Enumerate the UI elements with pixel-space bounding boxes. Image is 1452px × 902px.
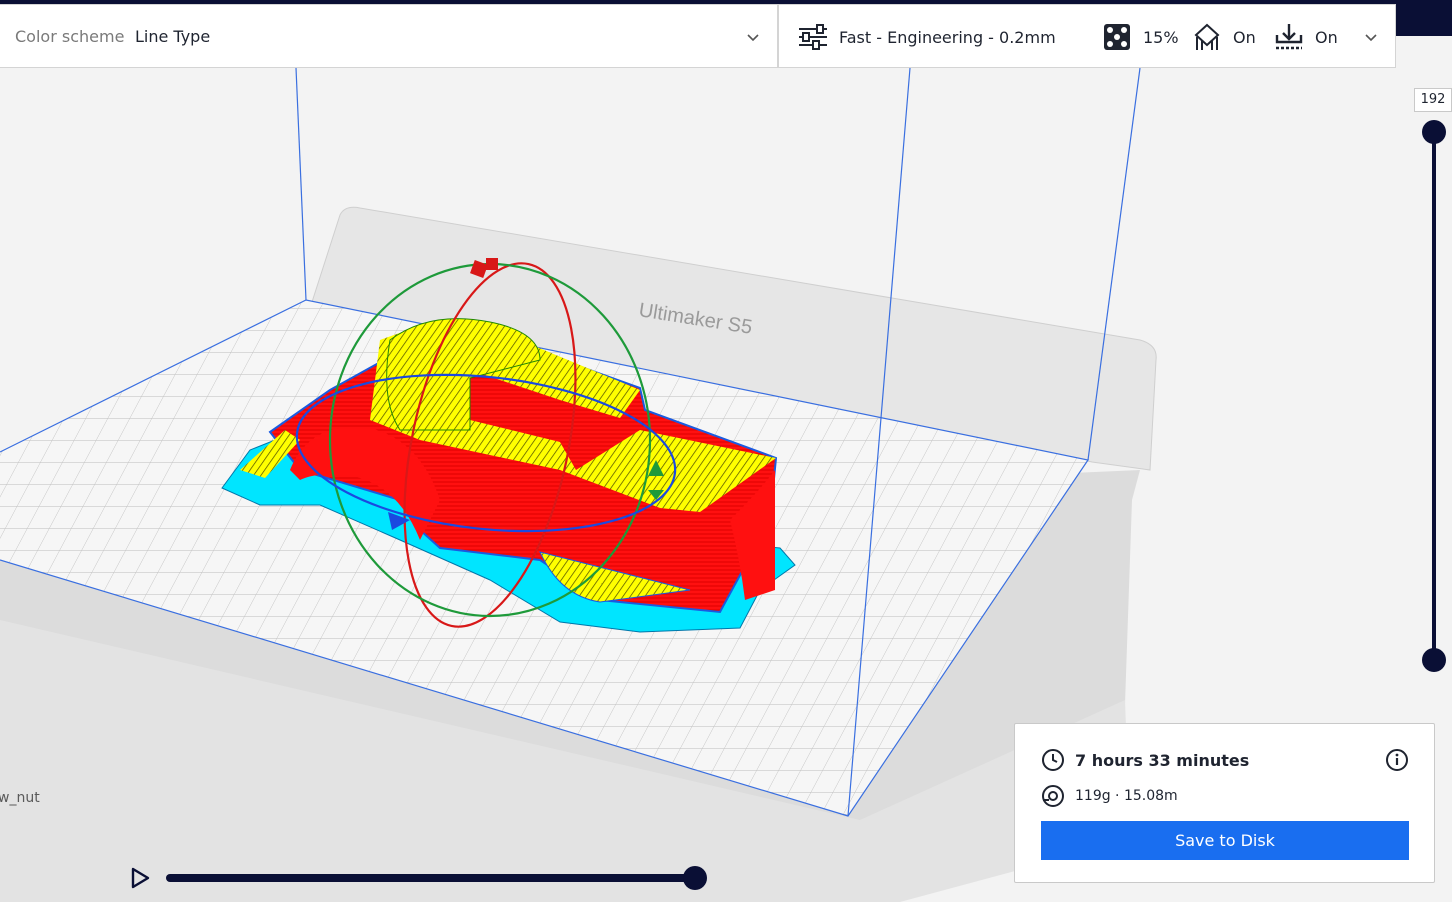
print-time-row: 7 hours 33 minutes	[1041, 748, 1249, 772]
info-icon[interactable]	[1385, 748, 1409, 772]
build-volume-line	[295, 67, 307, 301]
material-value: 119g · 15.08m	[1075, 788, 1178, 804]
simulation-slider-handle[interactable]	[683, 866, 707, 890]
infill-value: 15%	[1143, 27, 1179, 47]
clock-icon	[1042, 749, 1064, 771]
save-to-disk-button[interactable]: Save to Disk	[1041, 821, 1409, 860]
infill-item[interactable]: 15%	[1101, 23, 1179, 51]
chevron-down-icon[interactable]	[745, 29, 761, 45]
rotate-snap-red[interactable]	[486, 258, 498, 270]
print-time-value: 7 hours 33 minutes	[1075, 750, 1250, 770]
adhesion-item[interactable]: On	[1273, 23, 1338, 51]
spool-icon	[1042, 785, 1064, 807]
profile-label: Fast - Engineering - 0.2mm	[839, 27, 1056, 47]
print-estimate-panel: 7 hours 33 minutes 119g · 15.08m Save to…	[1014, 723, 1435, 883]
color-scheme-label: Color scheme	[15, 27, 125, 46]
print-settings-button[interactable]: Fast - Engineering - 0.2mm 15% On On	[778, 4, 1396, 68]
support-item[interactable]: On	[1191, 23, 1256, 51]
play-icon[interactable]	[128, 866, 152, 890]
layer-slider-track[interactable]	[1432, 132, 1436, 660]
sliders-icon	[799, 24, 827, 50]
material-row: 119g · 15.08m	[1041, 784, 1178, 808]
support-value: On	[1233, 27, 1256, 47]
color-scheme-value: Line Type	[135, 27, 211, 46]
object-name-label: w_nut	[0, 790, 40, 806]
infill-icon	[1104, 24, 1130, 50]
layer-slider-bottom-handle[interactable]	[1422, 648, 1446, 672]
current-layer-input[interactable]: 192	[1414, 88, 1452, 112]
toolbar-corner	[1396, 0, 1452, 36]
simulation-slider-track[interactable]	[166, 874, 696, 882]
profile-item[interactable]: Fast - Engineering - 0.2mm	[797, 23, 1056, 51]
layer-slider-top-handle[interactable]	[1422, 120, 1446, 144]
chevron-down-icon[interactable]	[1363, 29, 1379, 45]
adhesion-value: On	[1315, 27, 1338, 47]
adhesion-icon	[1275, 24, 1303, 50]
color-scheme-dropdown[interactable]: Color scheme Line Type	[0, 4, 778, 68]
support-icon	[1194, 23, 1220, 50]
